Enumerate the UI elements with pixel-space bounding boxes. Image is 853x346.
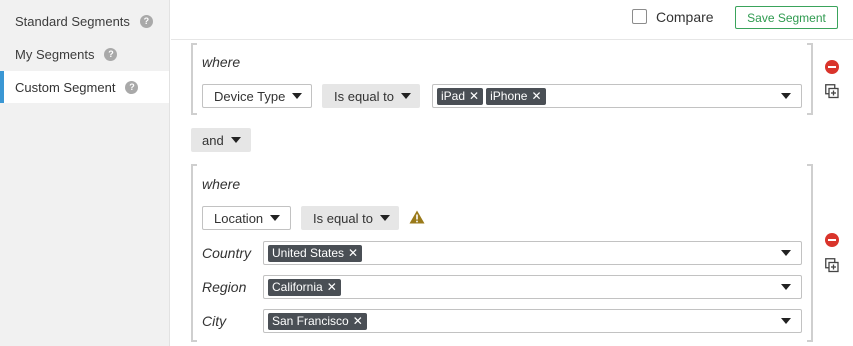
value-tag: California ✕ bbox=[268, 278, 341, 296]
dimension-value: Location bbox=[214, 210, 264, 226]
region-multiselect[interactable]: California ✕ bbox=[263, 275, 802, 299]
caret-down-icon bbox=[401, 93, 411, 99]
caret-down-icon bbox=[380, 215, 390, 221]
remove-group-icon[interactable] bbox=[825, 60, 839, 74]
compare-checkbox[interactable] bbox=[632, 9, 647, 24]
duplicate-group-icon[interactable] bbox=[825, 84, 839, 99]
caret-down-icon[interactable] bbox=[781, 284, 791, 290]
help-icon[interactable]: ? bbox=[104, 47, 118, 61]
caret-down-icon bbox=[292, 93, 303, 99]
caret-down-icon[interactable] bbox=[781, 250, 791, 256]
compare-label[interactable]: Compare bbox=[656, 9, 714, 25]
tag-label: iPad bbox=[441, 89, 466, 103]
remove-tag-icon[interactable]: ✕ bbox=[469, 89, 479, 103]
caret-down-icon[interactable] bbox=[781, 93, 791, 99]
region-label: Region bbox=[202, 279, 247, 295]
city-multiselect[interactable]: San Francisco ✕ bbox=[263, 309, 802, 333]
dimension-value: Device Type bbox=[214, 88, 286, 104]
remove-tag-icon[interactable]: ✕ bbox=[531, 89, 541, 103]
value-tag: San Francisco ✕ bbox=[268, 312, 367, 330]
remove-tag-icon[interactable]: ✕ bbox=[353, 314, 363, 328]
country-label: Country bbox=[202, 245, 252, 261]
duplicate-group-icon[interactable] bbox=[825, 258, 839, 273]
remove-tag-icon[interactable]: ✕ bbox=[327, 280, 337, 294]
help-icon[interactable]: ? bbox=[125, 80, 139, 94]
operator-dropdown[interactable]: Is equal to bbox=[322, 84, 420, 108]
sidebar-item-label: My Segments bbox=[15, 46, 95, 62]
warning-icon bbox=[409, 210, 425, 224]
group-bracket-right bbox=[807, 43, 813, 115]
tag-label: iPhone bbox=[490, 89, 528, 103]
remove-group-icon[interactable] bbox=[825, 233, 839, 247]
operator-value: Is equal to bbox=[334, 88, 394, 104]
value-tag: United States ✕ bbox=[268, 244, 363, 262]
where-label: where bbox=[202, 54, 241, 70]
group-bracket-left bbox=[191, 43, 197, 115]
value-tag: iPad ✕ bbox=[437, 87, 484, 105]
where-label: where bbox=[202, 176, 241, 192]
operator-value: Is equal to bbox=[313, 210, 373, 226]
connector-dropdown[interactable]: and bbox=[191, 128, 251, 152]
caret-down-icon bbox=[230, 137, 241, 143]
dimension-dropdown[interactable]: Device Type bbox=[202, 84, 312, 108]
sidebar-item-label: Standard Segments bbox=[15, 13, 130, 29]
operator-dropdown[interactable]: Is equal to bbox=[301, 206, 399, 230]
sidebar-item-custom-segment[interactable]: Custom Segment ? bbox=[0, 71, 169, 103]
tag-label: United States bbox=[272, 246, 345, 260]
connector-value: and bbox=[202, 132, 224, 148]
save-segment-button[interactable]: Save Segment bbox=[735, 6, 838, 29]
help-icon[interactable]: ? bbox=[139, 14, 153, 28]
tag-label: California bbox=[272, 280, 323, 294]
sidebar: Standard Segments ? My Segments ? Custom… bbox=[0, 0, 170, 346]
caret-down-icon[interactable] bbox=[781, 318, 791, 324]
caret-down-icon bbox=[270, 215, 281, 221]
sidebar-item-label: Custom Segment bbox=[15, 79, 116, 95]
sidebar-item-my-segments[interactable]: My Segments ? bbox=[0, 38, 169, 70]
dimension-dropdown[interactable]: Location bbox=[202, 206, 291, 230]
toolbar-divider bbox=[171, 39, 853, 40]
tag-label: San Francisco bbox=[272, 314, 349, 328]
country-multiselect[interactable]: United States ✕ bbox=[263, 241, 802, 265]
city-label: City bbox=[202, 313, 227, 329]
sidebar-item-standard-segments[interactable]: Standard Segments ? bbox=[0, 5, 169, 37]
remove-tag-icon[interactable]: ✕ bbox=[348, 246, 358, 260]
values-multiselect[interactable]: iPad ✕ iPhone ✕ bbox=[432, 84, 802, 108]
value-tag: iPhone ✕ bbox=[486, 87, 546, 105]
group-bracket-left bbox=[191, 164, 197, 342]
group-bracket-right bbox=[807, 164, 813, 342]
